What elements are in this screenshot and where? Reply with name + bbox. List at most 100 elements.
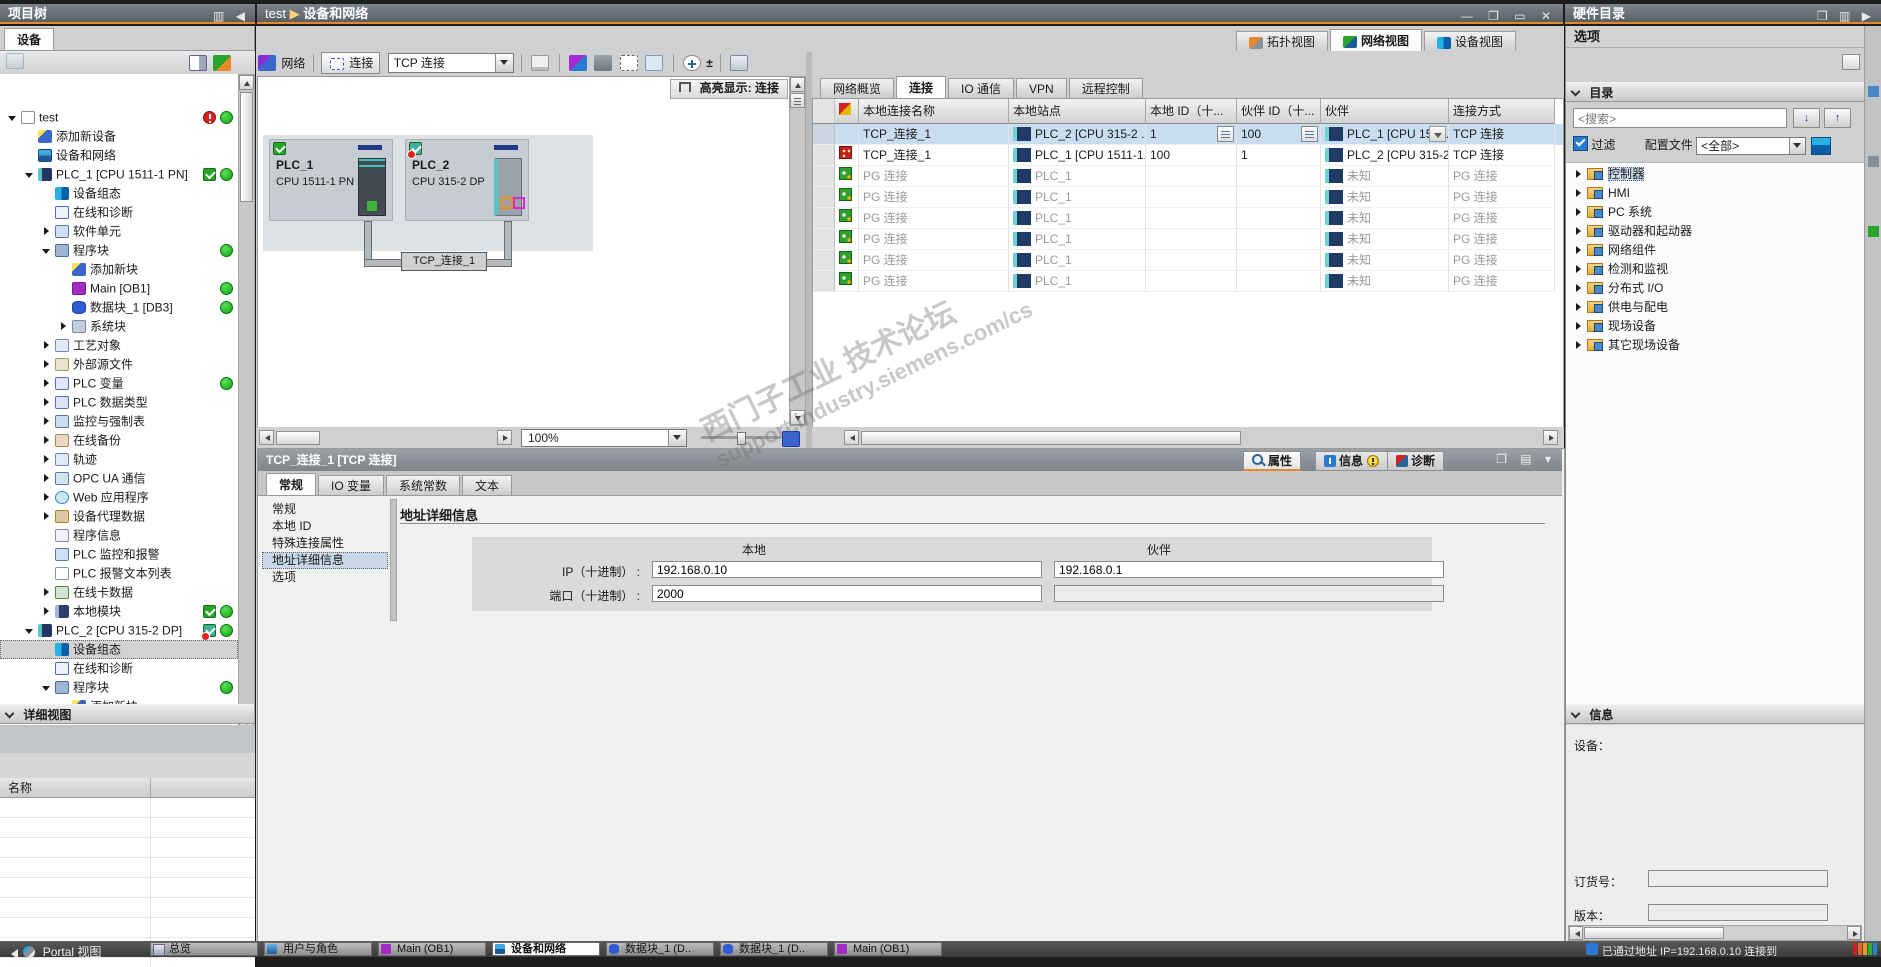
fit-view-icon[interactable] <box>782 431 800 447</box>
catalog-item[interactable]: PC 系统 <box>1566 203 1864 222</box>
plc2-module-image[interactable] <box>494 158 525 216</box>
profile-select[interactable]: <全部> <box>1696 136 1807 155</box>
catalog-item[interactable]: 供电与配电 <box>1566 298 1864 317</box>
expand-arrow-icon[interactable] <box>40 434 53 447</box>
partner-cell[interactable]: 未知 <box>1321 166 1449 187</box>
expand-arrow-icon[interactable] <box>1572 187 1585 200</box>
scroll-down-icon[interactable] <box>790 410 805 425</box>
connection-row[interactable]: PG 连接 PLC_1 未知 PG 连接 <box>813 229 1563 250</box>
zoom-save-icon[interactable]: ± <box>706 56 713 70</box>
connection-label[interactable]: TCP_连接_1 <box>401 252 487 271</box>
row-selector[interactable] <box>813 271 835 292</box>
local-station-cell[interactable]: PLC_1 <box>1009 166 1146 187</box>
catalog-item[interactable]: 驱动器和起动器 <box>1566 222 1864 241</box>
detail-view-header[interactable]: 详细视图 <box>0 704 254 724</box>
partner-id-cell[interactable]: 100 <box>1237 124 1321 145</box>
detail-row[interactable] <box>0 858 255 878</box>
partner-cell[interactable]: 未知 <box>1321 187 1449 208</box>
dropdown-arrow-icon[interactable] <box>1789 137 1806 154</box>
row-selector[interactable] <box>813 208 835 229</box>
row-selector[interactable] <box>813 250 835 271</box>
connection-type-cell[interactable]: PG 连接 <box>1449 208 1555 229</box>
zoom-select[interactable]: 100% <box>521 429 687 447</box>
scroll-thumb[interactable] <box>861 431 1241 445</box>
relations-icon[interactable] <box>569 55 588 71</box>
breadcrumb-project[interactable]: test <box>265 6 286 21</box>
tree-item[interactable]: Web 应用程序 <box>0 488 238 507</box>
inspector-button-属性[interactable]: 属性 <box>1243 451 1302 471</box>
row-selector[interactable] <box>813 124 835 145</box>
column-header-2[interactable]: 本地 ID（十... <box>1146 99 1237 124</box>
tree-item[interactable]: 程序信息 <box>0 526 238 545</box>
tree-item[interactable]: 工艺对象 <box>0 336 238 355</box>
detail-row[interactable] <box>0 878 255 898</box>
inspector-nav-特殊连接属性[interactable]: 特殊连接属性 <box>262 535 388 552</box>
expand-arrow-icon[interactable] <box>1572 263 1585 276</box>
expand-arrow-icon[interactable] <box>57 320 70 333</box>
local-station-cell[interactable]: PLC_1 <box>1009 271 1146 292</box>
taskbar-item-总览[interactable]: 总览 <box>150 942 258 956</box>
connection-row[interactable]: PG 连接 PLC_1 未知 PG 连接 <box>813 187 1563 208</box>
connection-row[interactable]: TCP_连接_1 PLC_1 [CPU 1511-1... 100 1 PLC_2 [C… <box>813 145 1563 166</box>
tree-item[interactable]: 设备代理数据 <box>0 507 238 526</box>
partner-cell[interactable]: PLC_2 [CPU 315-2 ... <box>1321 145 1449 166</box>
connection-row[interactable]: PG 连接 PLC_1 未知 PG 连接 <box>813 166 1563 187</box>
tree-item[interactable]: 设备和网络 <box>0 146 238 165</box>
connection-name-cell[interactable]: PG 连接 <box>859 250 1009 271</box>
catalog-item[interactable]: 控制器 <box>1566 165 1864 184</box>
connection-type-cell[interactable]: PG 连接 <box>1449 187 1555 208</box>
scroll-thumb[interactable] <box>240 92 253 202</box>
row-selector[interactable] <box>813 229 835 250</box>
local-station-cell[interactable]: PLC_2 [CPU 315-2 ... <box>1009 124 1146 145</box>
partner-cell[interactable]: PLC_1 [CPU 151... <box>1321 124 1449 145</box>
tree-item[interactable]: PLC_2 [CPU 315-2 DP] <box>0 621 238 640</box>
detail-row[interactable] <box>0 818 255 838</box>
scroll-left-icon[interactable] <box>1569 926 1583 940</box>
column-divider[interactable] <box>150 778 151 798</box>
new-object-icon[interactable] <box>6 53 24 69</box>
connection-name-cell[interactable]: PG 连接 <box>859 271 1009 292</box>
column-header-1[interactable]: 本地站点 <box>1009 99 1146 124</box>
version-field[interactable] <box>1648 904 1828 921</box>
inspector-tab-IO 变量[interactable]: IO 变量 <box>318 475 385 495</box>
network-mode-icon[interactable] <box>258 55 276 71</box>
tree-item[interactable]: 本地模块 <box>0 602 238 621</box>
connection-row[interactable]: PG 连接 PLC_1 未知 PG 连接 <box>813 208 1563 229</box>
breadcrumb-page[interactable]: 设备和网络 <box>303 6 368 21</box>
detail-row[interactable] <box>0 898 255 918</box>
local-id-cell[interactable] <box>1146 271 1237 292</box>
search-up-icon[interactable]: ↑ <box>1824 108 1851 128</box>
connection-type-cell[interactable]: PG 连接 <box>1449 166 1555 187</box>
tree-item[interactable]: Main [OB1] <box>0 279 238 298</box>
view-button-devv[interactable]: 设备视图 <box>1424 31 1517 51</box>
column-header-3[interactable]: 伙伴 ID（十... <box>1237 99 1321 124</box>
id-list-button[interactable] <box>1301 126 1318 142</box>
detail-row[interactable] <box>0 918 255 938</box>
catalog-item[interactable]: 检测和监视 <box>1566 260 1864 279</box>
expand-arrow-icon[interactable] <box>40 377 53 390</box>
zoom-slider-thumb[interactable] <box>737 432 746 445</box>
profile-edit-icon[interactable] <box>1811 136 1832 155</box>
selection-frame-icon[interactable] <box>619 55 638 71</box>
partner-id-cell[interactable]: 1 <box>1237 145 1321 166</box>
collapse-arrow-icon[interactable] <box>6 111 19 124</box>
device-plc1[interactable]: PLC_1 CPU 1511-1 PN <box>269 139 393 221</box>
tree-item[interactable]: 设备组态 <box>0 184 238 203</box>
row-selector[interactable] <box>813 187 835 208</box>
tree-item[interactable]: PLC 监控和报警 <box>0 545 238 564</box>
expand-arrow-icon[interactable] <box>1572 244 1585 257</box>
connection-type-cell[interactable]: TCP 连接 <box>1449 124 1555 145</box>
task-card-icon[interactable] <box>1868 226 1879 237</box>
tree-item[interactable]: test <box>0 108 238 127</box>
catalog-item[interactable]: 现场设备 <box>1566 317 1864 336</box>
split-pane-icon[interactable] <box>645 55 664 71</box>
tree-item[interactable]: 轨迹 <box>0 450 238 469</box>
subnet-port-icon[interactable] <box>494 145 518 150</box>
connection-type-select[interactable]: TCP 连接 <box>387 53 514 73</box>
id-list-button[interactable] <box>1217 126 1234 142</box>
tree-item[interactable]: 在线和诊断 <box>0 203 238 222</box>
connection-name-cell[interactable]: TCP_连接_1 <box>859 124 1009 145</box>
inspector-button-信息[interactable]: 信息 <box>1315 451 1389 471</box>
tree-item[interactable]: 设备组态 <box>0 640 238 659</box>
port-local-field[interactable] <box>652 585 1042 602</box>
